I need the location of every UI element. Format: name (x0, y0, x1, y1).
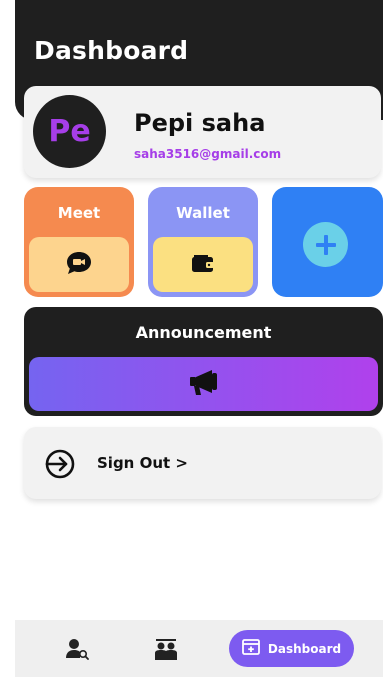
video-chat-icon (65, 251, 93, 279)
add-tile[interactable] (272, 187, 383, 297)
wallet-label: Wallet (176, 204, 230, 222)
meet-button[interactable] (29, 237, 129, 292)
meet-label: Meet (57, 204, 101, 222)
announcement-button[interactable] (29, 357, 378, 411)
dashboard-icon (242, 639, 260, 658)
wallet-icon (191, 253, 215, 277)
avatar: Pe (33, 95, 106, 168)
wallet-tile[interactable]: Wallet (148, 187, 258, 297)
user-search-icon[interactable] (65, 638, 89, 664)
sign-out-icon (44, 448, 76, 484)
bottom-nav: Dashboard (15, 620, 383, 677)
page-title: Dashboard (34, 36, 189, 65)
sign-out-button[interactable]: Sign Out > (24, 427, 381, 499)
announcement-title: Announcement (135, 323, 272, 342)
wallet-button[interactable] (153, 237, 253, 292)
profile-email: saha3516@gmail.com (134, 147, 282, 161)
nav-dashboard-button[interactable]: Dashboard (229, 630, 354, 667)
nav-dashboard-label: Dashboard (267, 641, 342, 656)
profile-card[interactable]: Pe Pepi saha saha3516@gmail.com (24, 86, 381, 178)
plus-circle-icon[interactable] (303, 222, 348, 267)
announcement-card: Announcement (24, 307, 383, 416)
megaphone-icon (188, 368, 220, 400)
profile-name: Pepi saha (134, 109, 266, 137)
meet-tile[interactable]: Meet (24, 187, 134, 297)
people-icon[interactable] (153, 638, 179, 666)
sign-out-label: Sign Out > (97, 454, 188, 472)
